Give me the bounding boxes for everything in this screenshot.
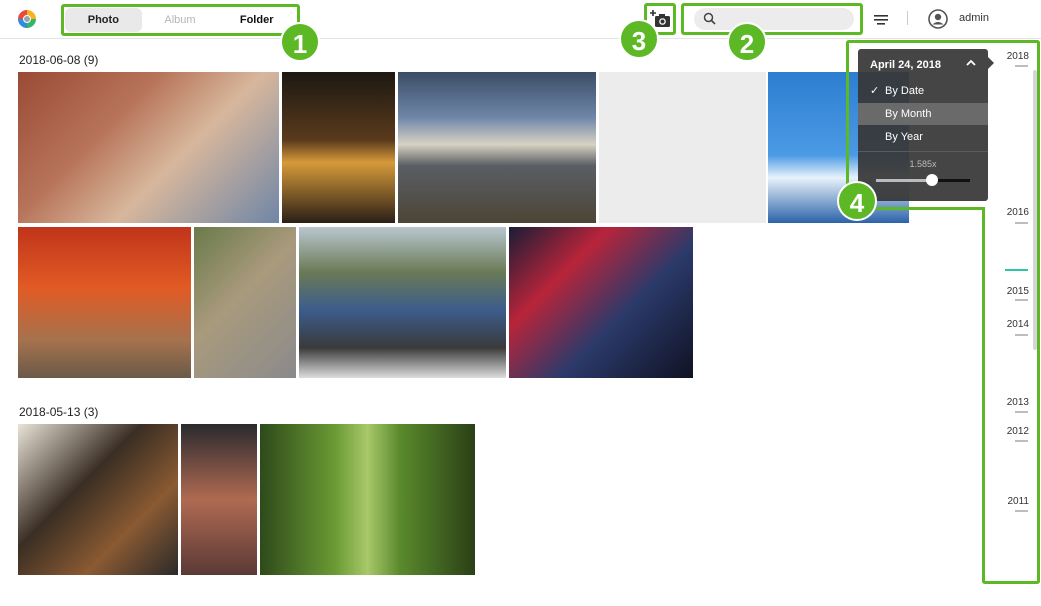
divider	[907, 11, 908, 25]
photo-torii-gates[interactable]	[18, 227, 191, 378]
callout-number: 1	[280, 22, 320, 62]
callout-number: 2	[727, 22, 767, 62]
photo-food-table-teapot[interactable]	[18, 424, 178, 575]
username[interactable]: admin	[959, 12, 989, 24]
timeline-year[interactable]: 2011	[1007, 496, 1029, 507]
zoom-slider-handle[interactable]	[926, 174, 939, 186]
photo-mount-fuji-clouds[interactable]	[398, 72, 596, 223]
timeline-year[interactable]: 2013	[1007, 397, 1029, 408]
top-bar: Photo Album Folder admin	[0, 0, 1041, 39]
timeline-current-marker	[1005, 269, 1028, 271]
popover-arrow	[988, 57, 994, 69]
photo-woman-beanie[interactable]	[181, 424, 257, 575]
option-label: By Date	[885, 85, 925, 97]
tab-photo[interactable]: Photo	[65, 8, 142, 32]
callout-number: 3	[619, 19, 659, 59]
timeline-year[interactable]: 2012	[1007, 426, 1029, 437]
filter-icon[interactable]	[873, 12, 889, 26]
section-date-title: 2018-06-08 (9)	[19, 53, 99, 67]
check-icon: ✓	[870, 85, 880, 97]
section-date-title: 2018-05-13 (3)	[19, 405, 99, 419]
timeline-year[interactable]: 2014	[1007, 319, 1029, 330]
photo-placeholder-loading[interactable]	[599, 72, 766, 223]
timeline-tick	[1015, 65, 1028, 67]
photo-woman-curly-hair[interactable]	[194, 227, 296, 378]
timeline-popover: April 24, 2018 ✓ By Date By Month By Yea…	[858, 49, 994, 201]
zoom-level-label: 1.585x	[909, 159, 937, 169]
option-label: By Month	[885, 108, 932, 120]
timeline-tick	[1015, 440, 1028, 442]
timeline-tick	[1015, 411, 1028, 413]
user-avatar-icon[interactable]	[928, 9, 948, 29]
timeline-year[interactable]: 2016	[1007, 207, 1029, 218]
option-by-month[interactable]: By Month	[858, 103, 988, 125]
timeline-scrollbar[interactable]	[1033, 70, 1037, 350]
photo-bamboo-forest[interactable]	[260, 424, 475, 575]
photo-neon-street-night[interactable]	[509, 227, 693, 378]
divider	[858, 151, 988, 152]
timeline-tick	[1015, 510, 1028, 512]
option-label: By Year	[885, 131, 923, 143]
timeline-tick	[1015, 299, 1028, 301]
option-by-year[interactable]: By Year	[858, 126, 988, 148]
option-by-date[interactable]: ✓ By Date	[858, 80, 988, 102]
zoom-slider[interactable]	[876, 174, 970, 186]
photo-blue-car-street[interactable]	[299, 227, 506, 378]
timeline-year[interactable]: 2018	[1007, 51, 1029, 62]
app-logo-icon[interactable]	[17, 9, 37, 29]
photo-two-women-laughing[interactable]	[18, 72, 279, 223]
timeline-tick	[1015, 334, 1028, 336]
popover-date: April 24, 2018	[870, 59, 941, 71]
tab-album[interactable]: Album	[142, 8, 219, 32]
timeline-tick	[1015, 222, 1028, 224]
timeline-year[interactable]: 2015	[1007, 286, 1029, 297]
search-field[interactable]	[694, 8, 854, 30]
chevron-up-icon[interactable]	[966, 58, 976, 70]
photo-night-alley-signs[interactable]	[282, 72, 395, 223]
search-icon	[703, 12, 716, 25]
view-tabs: Photo Album Folder	[65, 8, 295, 32]
zoom-slider-fill	[876, 179, 933, 182]
callout-connector	[872, 207, 985, 210]
callout-number: 4	[837, 181, 877, 221]
